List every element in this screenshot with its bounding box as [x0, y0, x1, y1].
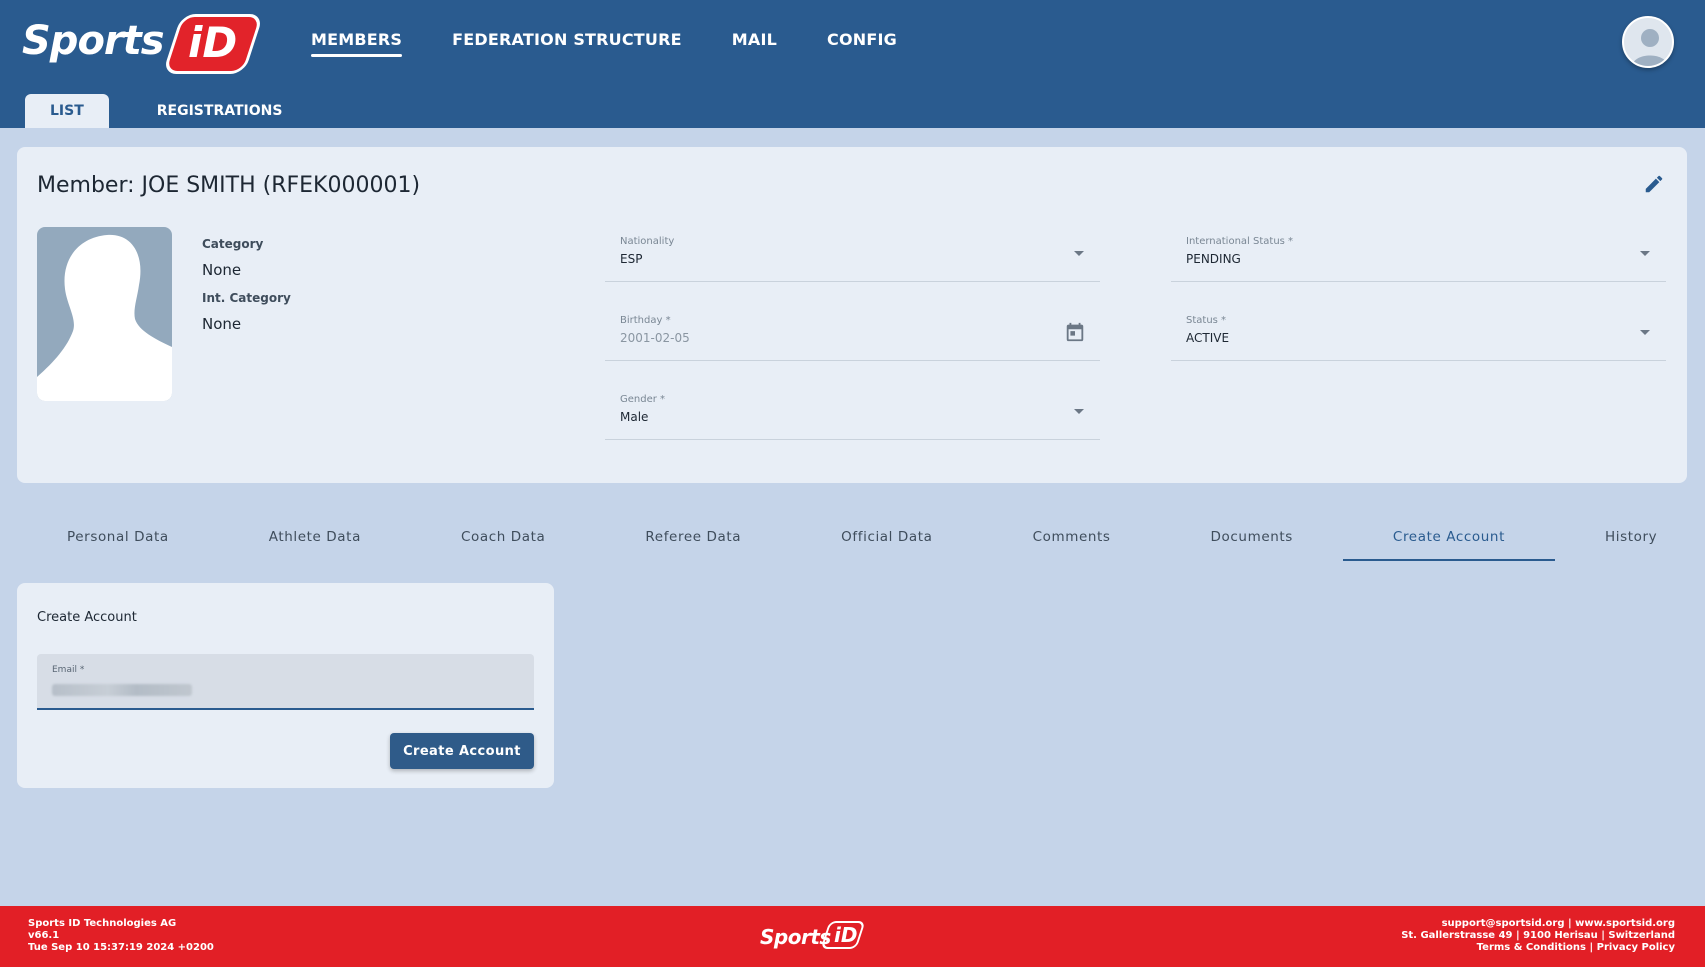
sportsid-logo[interactable]: Sports iD: [22, 10, 264, 78]
birthday-label: Birthday *: [620, 315, 671, 326]
footer-timestamp: Tue Sep 10 15:37:19 2024 +0200: [28, 942, 214, 953]
nav-members[interactable]: MEMBERS: [311, 30, 403, 57]
nav-federation-structure[interactable]: FEDERATION STRUCTURE: [452, 30, 682, 57]
category-value: None: [202, 261, 242, 279]
international-status-label: International Status *: [1186, 236, 1294, 247]
status-label: Status *: [1186, 315, 1227, 326]
tab-referee-data[interactable]: Referee Data: [595, 517, 791, 563]
calendar-icon[interactable]: [1064, 321, 1086, 343]
footer-company-info: Sports ID Technologies AG v66.1 Tue Sep …: [28, 918, 214, 954]
chevron-down-icon: [1074, 251, 1084, 256]
member-card: Member: JOE SMITH (RFEK000001) Category …: [17, 147, 1687, 483]
create-account-card: Create Account Email * Create Account: [17, 583, 554, 788]
footer-logo-text: Sports: [760, 925, 831, 949]
gender-label: Gender *: [620, 394, 666, 405]
footer-contact-info: support@sportsid.org | www.sportsid.org …: [1401, 918, 1675, 954]
create-account-title: Create Account: [37, 610, 137, 625]
int-category-value: None: [202, 315, 242, 333]
category-label: Category: [202, 237, 264, 251]
gender-value: Male: [620, 410, 649, 424]
nationality-label: Nationality: [620, 236, 675, 247]
tab-official-data[interactable]: Official Data: [791, 517, 982, 563]
chevron-down-icon: [1074, 409, 1084, 414]
user-avatar[interactable]: [1622, 16, 1674, 68]
int-category-label: Int. Category: [202, 291, 291, 305]
member-photo: [37, 227, 172, 401]
footer-address: St. Gallerstrasse 49 | 9100 Herisau | Sw…: [1401, 930, 1675, 941]
gender-select[interactable]: Gender * Male: [605, 382, 1100, 440]
subnav-list[interactable]: LIST: [25, 94, 109, 128]
international-status-select[interactable]: International Status * PENDING: [1171, 224, 1666, 282]
status-select[interactable]: Status * ACTIVE: [1171, 303, 1666, 361]
nav-config[interactable]: CONFIG: [827, 30, 897, 57]
main-nav: MEMBERS FEDERATION STRUCTURE MAIL CONFIG: [311, 30, 897, 57]
tab-athlete-data[interactable]: Athlete Data: [219, 517, 411, 563]
chevron-down-icon: [1640, 251, 1650, 256]
international-status-value: PENDING: [1186, 252, 1241, 266]
footer-logo: Sports iD: [760, 919, 866, 953]
subnav-registrations[interactable]: REGISTRATIONS: [132, 94, 308, 128]
chevron-down-icon: [1640, 330, 1650, 335]
status-value: ACTIVE: [1186, 331, 1230, 345]
email-label: Email *: [52, 665, 85, 675]
app-header: Sports iD MEMBERS FEDERATION STRUCTURE M…: [0, 0, 1705, 128]
birthday-value: 2001-02-05: [620, 331, 690, 345]
nationality-value: ESP: [620, 252, 643, 266]
birthday-field[interactable]: Birthday * 2001-02-05: [605, 303, 1100, 361]
logo-text: Sports: [22, 18, 165, 64]
member-tabs: Personal Data Athlete Data Coach Data Re…: [17, 517, 1687, 563]
user-icon: [1632, 29, 1668, 66]
footer-logo-badge-text: iD: [834, 923, 858, 947]
logo-badge-text: iD: [188, 18, 238, 67]
tab-personal-data[interactable]: Personal Data: [17, 517, 219, 563]
nationality-select[interactable]: Nationality ESP: [605, 224, 1100, 282]
nav-mail[interactable]: MAIL: [732, 30, 777, 57]
tab-history[interactable]: History: [1555, 517, 1705, 563]
tab-documents[interactable]: Documents: [1161, 517, 1343, 563]
create-account-button[interactable]: Create Account: [390, 733, 534, 769]
email-field[interactable]: Email *: [37, 654, 534, 710]
footer-legal-links[interactable]: Terms & Conditions | Privacy Policy: [1401, 942, 1675, 954]
edit-icon[interactable]: [1643, 173, 1665, 195]
footer-contact-links[interactable]: support@sportsid.org | www.sportsid.org: [1401, 918, 1675, 930]
member-silhouette-icon: [37, 234, 172, 401]
tab-comments[interactable]: Comments: [983, 517, 1161, 563]
email-input[interactable]: [52, 680, 512, 702]
footer-company: Sports ID Technologies AG: [28, 918, 177, 929]
sub-nav: LIST REGISTRATIONS: [25, 94, 307, 128]
tab-create-account[interactable]: Create Account: [1342, 517, 1556, 563]
app-footer: Sports ID Technologies AG v66.1 Tue Sep …: [0, 906, 1705, 967]
tab-coach-data[interactable]: Coach Data: [411, 517, 595, 563]
footer-version: v66.1: [28, 930, 60, 941]
member-title: Member: JOE SMITH (RFEK000001): [37, 173, 421, 198]
